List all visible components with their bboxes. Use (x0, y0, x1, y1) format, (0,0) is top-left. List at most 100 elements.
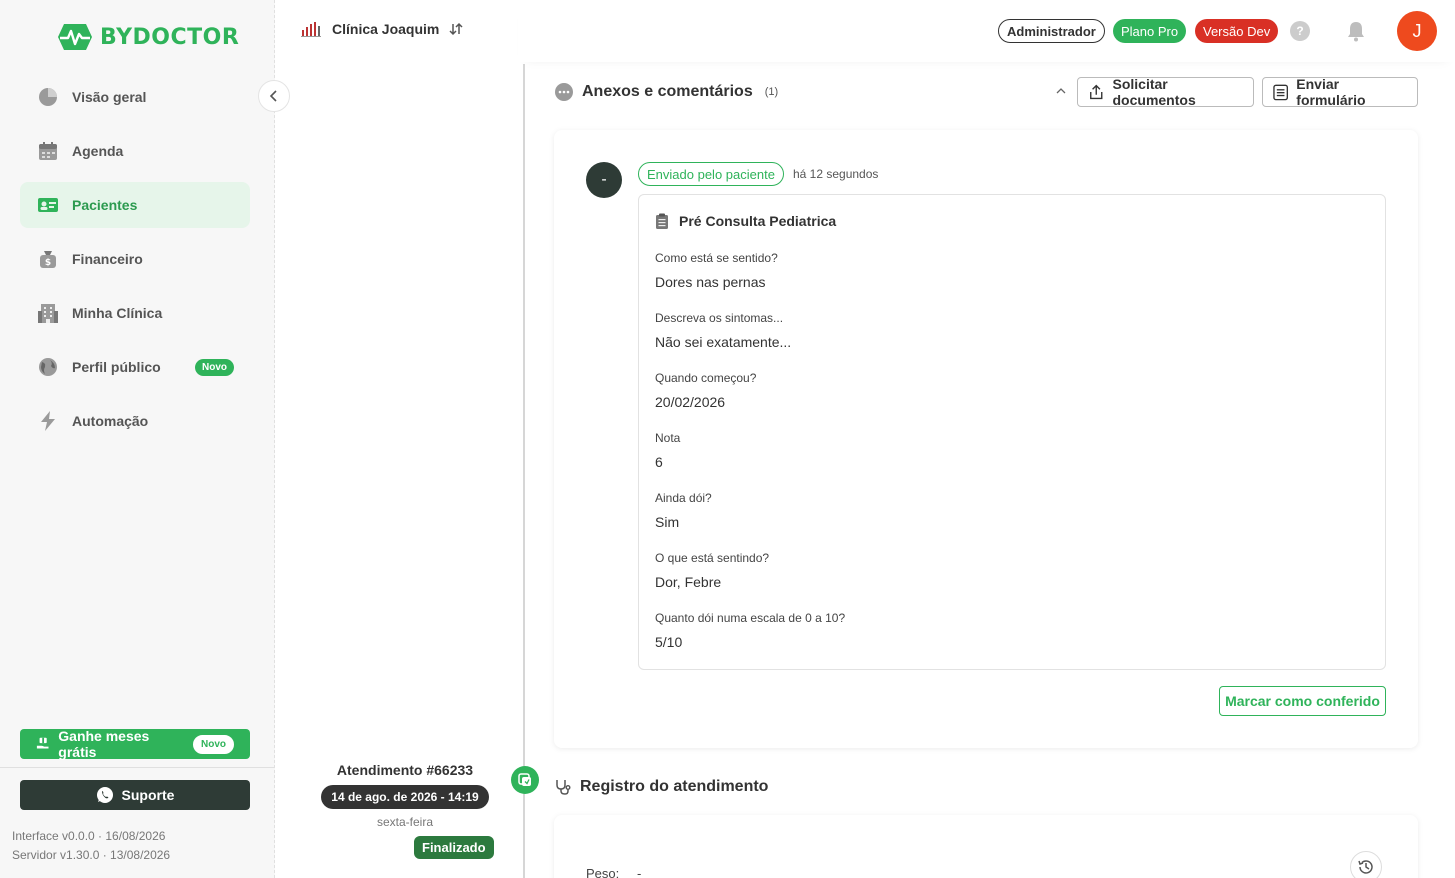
new-badge: Novo (195, 358, 234, 376)
author-avatar: - (586, 162, 622, 198)
stethoscope-icon (556, 780, 571, 795)
form-answer-item: Nota 6 (655, 431, 680, 470)
form-answer: Não sei exatamente... (655, 334, 792, 350)
form-question: Como está se sentido? (655, 251, 778, 265)
form-icon (1273, 84, 1288, 101)
clinic-logo-icon (301, 22, 321, 37)
form-question: Quando começou? (655, 371, 757, 385)
form-answer-item: Quando começou? 20/02/2026 (655, 371, 756, 410)
form-answer: Dores nas pernas (655, 274, 766, 290)
appointment-title: Atendimento #66233 (336, 762, 474, 778)
support-button[interactable]: Suporte (20, 780, 250, 810)
clinic-selector[interactable]: Clínica Joaquim (300, 20, 463, 38)
switch-arrows-icon (449, 22, 463, 36)
sidebar-item-perfil-publico[interactable]: Perfil público Novo (20, 344, 250, 390)
money-bag-icon: $ (38, 249, 58, 269)
form-answer-item: Quanto dói numa escala de 0 a 10? 5/10 (655, 611, 845, 650)
globe-icon (38, 357, 58, 377)
record-title: Registro do atendimento (580, 778, 769, 795)
weight-value: - (637, 866, 642, 878)
sidebar-item-label: Financeiro (72, 251, 143, 267)
sidebar-item-financeiro[interactable]: $ Financeiro (20, 236, 250, 282)
sidebar-item-label: Minha Clínica (72, 305, 163, 321)
appointment-summary: Atendimento #66233 14 de ago. de 2026 - … (310, 762, 500, 829)
collapse-sidebar-button[interactable] (258, 80, 290, 112)
sidebar-item-label: Perfil público (72, 359, 161, 375)
record-card (554, 815, 1418, 878)
chevron-left-icon (269, 90, 277, 102)
form-title: Pré Consulta Pediatrica (655, 213, 836, 229)
role-badge[interactable]: Administrador (998, 19, 1105, 43)
record-header: Registro do atendimento (554, 778, 768, 796)
form-answer: Dor, Febre (655, 574, 722, 590)
help-icon[interactable]: ? (1290, 21, 1310, 41)
sidebar-item-label: Automação (72, 413, 149, 429)
form-question: Quanto dói numa escala de 0 a 10? (655, 611, 846, 625)
clipboard-icon (656, 213, 668, 229)
form-question: Nota (655, 431, 681, 445)
comment-timestamp: há 12 segundos (793, 167, 879, 181)
chevron-up-icon[interactable] (1055, 84, 1067, 98)
version-badge[interactable]: Versão Dev (1195, 19, 1279, 43)
form-question: Ainda dói? (655, 491, 712, 505)
request-documents-button[interactable]: Solicitar documentos (1077, 76, 1254, 108)
attachments-header: Anexos e comentários (1) (554, 82, 778, 102)
calendar-icon (38, 141, 58, 161)
sidebar-nav: Visão geral Agenda Pacientes $ Financeir… (20, 74, 250, 452)
form-question: O que está sentindo? (655, 551, 770, 565)
attachments-title: Anexos e comentários (582, 83, 753, 100)
sidebar-item-label: Visão geral (72, 89, 147, 105)
heartbeat-logo-icon (58, 24, 92, 50)
form-answer-item: Descreva os sintomas... Não sei exatamen… (655, 311, 791, 350)
upload-icon (1090, 84, 1103, 100)
sidebar-item-label: Agenda (72, 143, 124, 159)
sent-by-badge: Enviado pelo paciente (638, 162, 784, 186)
form-title-text: Pré Consulta Pediatrica (679, 213, 837, 229)
sidebar-item-agenda[interactable]: Agenda (20, 128, 250, 174)
support-label: Suporte (121, 787, 175, 803)
sidebar: BYDOCTOR Visão geral Agenda Pacientes $ … (0, 0, 275, 878)
server-version: Servidor v1.30.0 · 13/08/2026 (12, 848, 171, 862)
sidebar-divider (0, 767, 274, 768)
sidebar-item-automacao[interactable]: Automação (20, 398, 250, 444)
send-form-button[interactable]: Enviar formulário (1262, 76, 1418, 108)
form-answer: 5/10 (655, 634, 683, 650)
form-answer-item: O que está sentindo? Dor, Febre (655, 551, 769, 590)
attachments-count: (1) (764, 86, 779, 98)
promo-label: Ganhe meses grátis (58, 728, 150, 760)
history-icon[interactable] (1350, 851, 1382, 878)
whatsapp-icon (96, 787, 113, 803)
request-documents-label: Solicitar documentos (1112, 76, 1196, 108)
new-badge: Novo (193, 734, 234, 754)
form-answer-item: Ainda dói? Sim (655, 491, 712, 530)
form-answer: 6 (655, 454, 663, 470)
form-answer: 20/02/2026 (655, 394, 726, 410)
gift-hand-icon (36, 737, 49, 749)
sidebar-item-minha-clinica[interactable]: Minha Clínica (20, 290, 250, 336)
clinic-name: Clínica Joaquim (332, 21, 440, 37)
user-avatar[interactable]: J (1397, 11, 1437, 51)
timeline-line (523, 64, 525, 878)
id-card-icon (38, 195, 58, 215)
appointment-date: 14 de ago. de 2026 - 14:19 (321, 785, 489, 809)
send-form-label: Enviar formulário (1296, 76, 1366, 108)
bell-icon[interactable] (1346, 20, 1366, 42)
form-question: Descreva os sintomas... (655, 311, 784, 325)
form-answer-item: Como está se sentido? Dores nas pernas (655, 251, 778, 290)
interface-version: Interface v0.0.0 · 16/08/2026 (12, 829, 166, 843)
sidebar-item-pacientes[interactable]: Pacientes (20, 182, 250, 228)
brand-logo[interactable]: BYDOCTOR (56, 22, 239, 52)
weight-label: Peso: (586, 866, 620, 878)
promo-button[interactable]: Ganhe meses grátis Novo (20, 728, 250, 760)
form-answer: Sim (655, 514, 680, 530)
pie-chart-icon (38, 87, 58, 107)
lightning-icon (38, 411, 58, 431)
timeline-note-icon[interactable] (511, 766, 539, 794)
top-bar (518, 0, 1455, 62)
mark-checked-button[interactable]: Marcar como conferido (1219, 686, 1386, 716)
sidebar-item-label: Pacientes (72, 197, 138, 213)
building-icon (38, 303, 58, 323)
sidebar-item-visao-geral[interactable]: Visão geral (20, 74, 250, 120)
plan-badge[interactable]: Plano Pro (1113, 19, 1187, 43)
comment-icon (555, 83, 573, 101)
